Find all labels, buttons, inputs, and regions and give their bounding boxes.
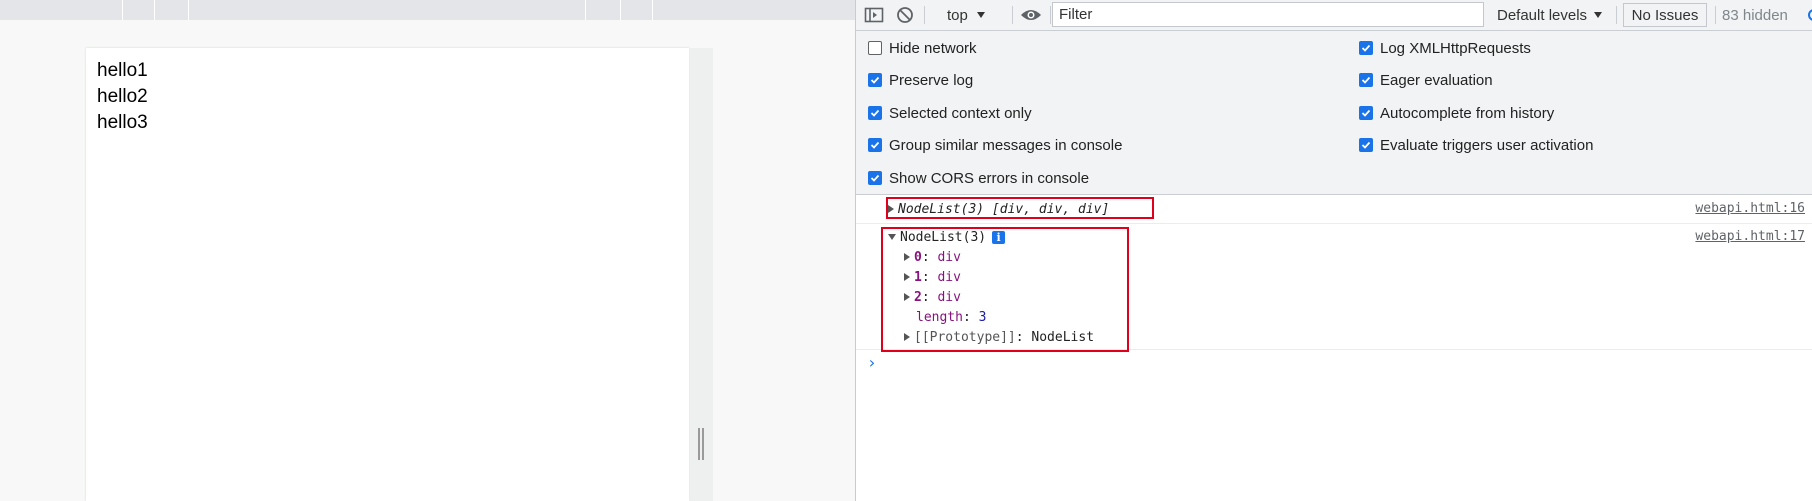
clear-console-button[interactable] bbox=[896, 0, 914, 30]
ruler-tick bbox=[652, 0, 653, 20]
prompt-chevron-icon: › bbox=[867, 352, 877, 372]
option-label: Hide network bbox=[889, 39, 977, 57]
autocomplete-history-checkbox[interactable]: Autocomplete from history bbox=[1359, 102, 1554, 124]
hide-network-checkbox[interactable]: Hide network bbox=[868, 37, 977, 59]
source-link[interactable]: webapi.html:17 bbox=[1695, 229, 1805, 244]
eager-evaluation-checkbox[interactable]: Eager evaluation bbox=[1359, 69, 1493, 91]
checkbox-checked-icon bbox=[1359, 106, 1373, 120]
block-icon bbox=[897, 7, 913, 23]
option-label: Group similar messages in console bbox=[889, 136, 1123, 154]
sidebar-toggle-button[interactable] bbox=[864, 0, 884, 30]
ruler-tick bbox=[122, 0, 123, 20]
live-expression-button[interactable] bbox=[1020, 0, 1042, 30]
caret-down-icon bbox=[1594, 12, 1603, 18]
preserve-log-checkbox[interactable]: Preserve log bbox=[868, 69, 973, 91]
checkbox-checked-icon bbox=[868, 73, 882, 87]
toolbar-separator bbox=[924, 6, 925, 24]
checkbox-checked-icon bbox=[1359, 138, 1373, 152]
page-text-line: hello2 bbox=[97, 86, 148, 107]
ruler-tick bbox=[188, 0, 189, 20]
highlight-box bbox=[886, 197, 1154, 219]
ruler-tick bbox=[620, 0, 621, 20]
caret-down-icon bbox=[976, 12, 985, 18]
page-preview-pane: hello1 hello2 hello3 bbox=[0, 0, 855, 501]
highlight-box bbox=[881, 227, 1129, 352]
console-prompt[interactable]: › bbox=[867, 352, 877, 372]
option-label: Autocomplete from history bbox=[1380, 104, 1555, 122]
toolbar-separator bbox=[1715, 6, 1716, 24]
sidebar-icon bbox=[864, 7, 884, 23]
checkbox-checked-icon bbox=[868, 171, 882, 185]
eye-icon bbox=[1021, 10, 1041, 20]
console-toolbar: top Default levels No Issues 83 hidden bbox=[856, 0, 1812, 31]
context-label: top bbox=[947, 6, 968, 24]
viewport-resize-handle[interactable] bbox=[690, 48, 713, 501]
ruler-tick bbox=[585, 0, 586, 20]
show-cors-errors-checkbox[interactable]: Show CORS errors in console bbox=[868, 167, 1089, 189]
console-settings-pane: Hide network Preserve log Selected conte… bbox=[856, 31, 1812, 195]
issues-button[interactable]: No Issues bbox=[1623, 3, 1707, 27]
selected-context-only-checkbox[interactable]: Selected context only bbox=[868, 102, 1032, 124]
ruler-tick bbox=[154, 0, 155, 20]
devtools-console-panel: top Default levels No Issues 83 hidden bbox=[855, 0, 1812, 501]
page-text-line: hello3 bbox=[97, 112, 148, 133]
toolbar-separator bbox=[1012, 6, 1013, 24]
evaluate-triggers-checkbox[interactable]: Evaluate triggers user activation bbox=[1359, 134, 1593, 156]
option-label: Evaluate triggers user activation bbox=[1380, 136, 1594, 154]
page-text-line: hello1 bbox=[97, 60, 148, 81]
page-content: hello1 hello2 hello3 bbox=[86, 58, 148, 136]
log-levels-label: Default levels bbox=[1497, 6, 1588, 24]
option-label: Log XMLHttpRequests bbox=[1380, 39, 1531, 57]
page-top-ruler bbox=[0, 0, 855, 20]
toolbar-separator bbox=[1050, 6, 1051, 24]
option-label: Show CORS errors in console bbox=[889, 169, 1090, 187]
context-selector[interactable]: top bbox=[947, 0, 986, 30]
option-label: Preserve log bbox=[889, 71, 974, 89]
page-viewport: hello1 hello2 hello3 bbox=[86, 48, 689, 501]
log-xmlhttprequests-checkbox[interactable]: Log XMLHttpRequests bbox=[1359, 37, 1531, 59]
resize-grip bbox=[702, 428, 704, 460]
option-label: Eager evaluation bbox=[1380, 71, 1493, 89]
source-link[interactable]: webapi.html:16 bbox=[1695, 201, 1805, 216]
toolbar-separator bbox=[1616, 6, 1617, 24]
checkbox-checked-icon bbox=[868, 138, 882, 152]
hidden-count: 83 hidden bbox=[1722, 6, 1788, 24]
checkbox-unchecked-icon bbox=[868, 41, 882, 55]
gear-icon bbox=[1808, 9, 1812, 21]
group-similar-checkbox[interactable]: Group similar messages in console bbox=[868, 134, 1122, 156]
option-label: Selected context only bbox=[889, 104, 1032, 122]
checkbox-checked-icon bbox=[1359, 41, 1373, 55]
filter-input[interactable] bbox=[1052, 2, 1484, 27]
settings-gear-icon[interactable] bbox=[1807, 0, 1812, 30]
log-levels-dropdown[interactable]: Default levels bbox=[1497, 0, 1603, 30]
checkbox-checked-icon bbox=[868, 106, 882, 120]
resize-grip bbox=[698, 428, 700, 460]
checkbox-checked-icon bbox=[1359, 73, 1373, 87]
